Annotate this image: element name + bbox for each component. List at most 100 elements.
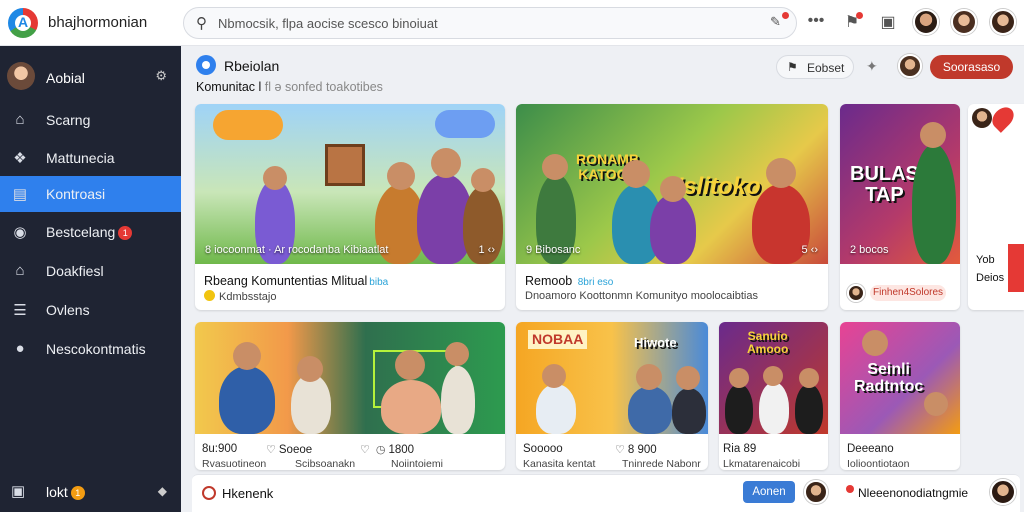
sidebar-user[interactable]: Aobial ⚙	[0, 60, 181, 94]
heart-icon[interactable]: ♡	[615, 444, 625, 456]
person-head	[862, 330, 888, 356]
sidebar-item-mattunecia[interactable]: ❖ Mattunecia	[0, 140, 181, 176]
person-head	[233, 342, 261, 370]
video-card[interactable]: NOBAA Hiwote Sooooo Kanasita kentat ♡ 8 9…	[516, 322, 708, 470]
settings-icon[interactable]: ⚙	[155, 68, 167, 84]
person-head	[676, 366, 700, 390]
person-head	[622, 160, 650, 188]
person-head	[920, 122, 946, 148]
card-stat-text: Soeoe	[278, 444, 313, 456]
chevron-icon[interactable]: ◆	[158, 484, 167, 498]
video-thumbnail[interactable]: NOBAA Hiwote	[516, 322, 708, 434]
video-thumbnail[interactable]: BULAS TAP 2 bocos	[840, 104, 960, 264]
video-thumbnail[interactable]: RONAMB KATOCK Nslitoko 9 Bibosanc 5 ‹›	[516, 104, 828, 264]
lock-icon: ▣	[11, 483, 26, 500]
sidebar-item-lokt[interactable]: ▣ lokt 1 ◆	[0, 474, 181, 510]
avatar[interactable]	[951, 9, 977, 35]
primary-button[interactable]: Soorasaso	[930, 55, 1013, 79]
card-tag: biba	[369, 277, 389, 288]
notification-badge: 1	[118, 226, 133, 240]
card-meta: Kdmbsstajo	[204, 290, 276, 303]
chat-preview[interactable]: Nleeenonodiatngmie	[842, 481, 982, 505]
heart-icon	[988, 104, 1018, 133]
signboard-shape	[325, 144, 365, 186]
avatar[interactable]	[804, 480, 828, 504]
video-thumbnail[interactable]: Sanuio Amooo	[719, 322, 828, 434]
list-icon: ☰	[13, 302, 27, 319]
card-stat: ♡ Soeoe	[263, 443, 312, 456]
video-thumbnail[interactable]: 8 iocoonmat · Ar rocodanba Kibiaatlat 1 …	[195, 104, 505, 264]
record-icon[interactable]	[202, 486, 216, 500]
video-card[interactable]: Sanuio Amooo Ria 89 Lkmatarenaicobi	[719, 322, 828, 470]
heart-icon[interactable]: ♡	[266, 444, 276, 456]
card-tag: 8bri eso	[577, 277, 614, 288]
more-icon[interactable]: •••	[806, 12, 826, 30]
person-head	[445, 342, 469, 366]
video-card[interactable]: BULAS TAP 2 bocos Finhen4Solores	[840, 104, 960, 310]
comment-icon[interactable]: ♡	[360, 444, 370, 456]
sidebar-item-doakfiesl[interactable]: ⌂ Doakfiesl	[0, 253, 181, 289]
side-panel[interactable]: Yob Deios	[968, 104, 1024, 310]
person-head	[729, 368, 749, 388]
sidebar-item-ovlens[interactable]: ☰ Ovlens	[0, 292, 181, 328]
person-figure	[912, 144, 956, 264]
card-stat-sub: Rvasuotineon	[202, 458, 267, 470]
bottom-bar-label: Hkenenk	[222, 486, 274, 501]
thumbnail-overlay-text: BULAS TAP	[850, 163, 919, 206]
thumbnail-caption: 8 iocoonmat · Ar rocodanba Kibiaatlat	[205, 244, 389, 256]
person-head	[766, 158, 796, 188]
bottom-bar-button[interactable]: Aonen	[743, 481, 795, 503]
sidebar-item-nescokontmatis[interactable]: ● Nescokontmatis	[0, 331, 181, 367]
sidebar-user-label: Aobial	[46, 70, 85, 86]
avatar[interactable]	[990, 479, 1016, 505]
card-stat-sub: Kanasita kentat	[523, 458, 596, 470]
person-figure	[650, 194, 696, 264]
share-icon[interactable]: ✦	[866, 58, 878, 75]
search-input[interactable]: Nbmocsik, flpa aocise scesco binoiuat	[218, 16, 438, 31]
card-stat-sub: Noiintoiemi	[391, 458, 443, 470]
card-stat-text: 1800	[388, 444, 415, 456]
search-bar[interactable]: ⚲ Nbmocsik, flpa aocise scesco binoiuat	[183, 7, 797, 39]
avatar[interactable]	[913, 9, 939, 35]
avatar[interactable]	[898, 54, 922, 78]
person-head	[660, 176, 686, 202]
app-title: bhajhormonian	[48, 14, 148, 31]
card-meta-text: Kdmbsstajo	[219, 291, 277, 303]
video-thumbnail[interactable]: Seinli Radtntoc	[840, 322, 960, 434]
page-subtitle: Komunitac l fl ə sonfed toakotibes	[196, 80, 383, 94]
gift-icon[interactable]: ▣	[878, 12, 898, 32]
person-head	[763, 366, 783, 386]
thumbnail-caption: 2 bocos	[850, 244, 889, 256]
card-stat: Ria 89	[723, 443, 757, 455]
side-panel-line: Deios	[976, 272, 1005, 284]
card-stat: Sooooo	[523, 443, 563, 455]
person-figure	[536, 384, 576, 434]
video-card[interactable]: 8u:900 Rvasuotineon ♡ Soeoe Scibsoanakn ♡…	[195, 322, 505, 470]
person-figure	[759, 382, 789, 434]
person-head	[263, 166, 287, 190]
search-icon: ⚲	[196, 15, 207, 32]
video-thumbnail[interactable]	[195, 322, 505, 434]
sidebar-item-label: Kontroasi	[46, 186, 106, 202]
sidebar-item-kontroasi[interactable]: ▤ Kontroasi	[0, 176, 181, 212]
sidebar-item-label: Mattunecia	[46, 150, 115, 166]
video-card[interactable]: Seinli Radtntoc Deeeano Iolioontiotaon	[840, 322, 960, 470]
person-head	[387, 162, 415, 190]
side-panel-line: Yob	[976, 254, 995, 266]
sidebar-item-scarng[interactable]: ⌂ Scarng	[0, 102, 181, 138]
filter-button[interactable]: ⚑ Eobset	[776, 55, 854, 79]
card-stat-sub: Iolioontiotaon	[847, 458, 910, 470]
person-head	[636, 364, 662, 390]
person-head	[431, 148, 461, 178]
sidebar: Aobial ⚙ ⌂ Scarng ❖ Mattunecia ▤ Kontroa…	[0, 46, 181, 512]
subtitle-text: Komunitac l	[196, 80, 262, 94]
bell-icon: ⚑	[787, 60, 798, 74]
avatar[interactable]	[990, 9, 1016, 35]
community-icon	[196, 55, 216, 75]
balloon-shape	[213, 110, 283, 140]
video-card[interactable]: 8 iocoonmat · Ar rocodanba Kibiaatlat 1 …	[195, 104, 505, 310]
sidebar-item-bestcelang[interactable]: ◉ Bestcelang 1	[0, 214, 181, 250]
sidebar-item-text: lokt	[46, 484, 68, 500]
video-card[interactable]: RONAMB KATOCK Nslitoko 9 Bibosanc 5 ‹› R…	[516, 104, 828, 310]
card-stat-text: 8 900	[627, 444, 657, 456]
